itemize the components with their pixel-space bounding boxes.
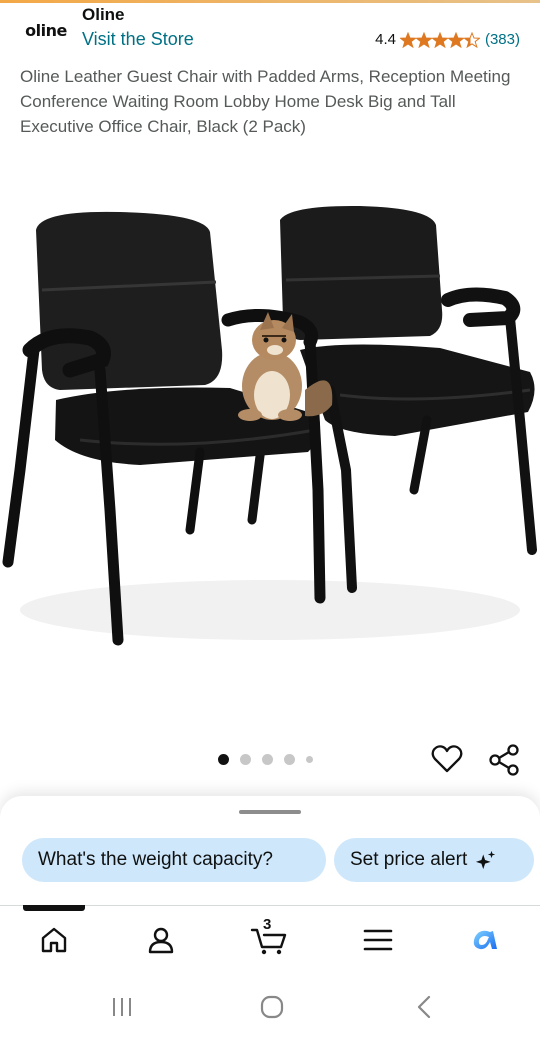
- recent-apps-icon: [113, 998, 131, 1016]
- heart-icon: [431, 745, 463, 773]
- rufus-icon: [473, 930, 497, 950]
- home-icon: [41, 927, 67, 953]
- system-home-button[interactable]: [256, 993, 288, 1021]
- home-circle-icon: [260, 995, 284, 1019]
- brand-logo[interactable]: oline: [20, 5, 72, 55]
- menu-icon: [363, 929, 393, 951]
- rufus-suggestion-sheet: What's the weight capacity? Set price al…: [0, 796, 540, 908]
- tab-home[interactable]: [34, 920, 74, 960]
- recent-apps-button[interactable]: [106, 993, 138, 1021]
- star-icon: [399, 31, 416, 48]
- tab-account[interactable]: [141, 920, 181, 960]
- star-rating: [399, 31, 480, 48]
- back-button[interactable]: [408, 993, 440, 1021]
- weight-capacity-chip[interactable]: What's the weight capacity?: [22, 838, 326, 882]
- price-alert-chip[interactable]: Set price alert: [334, 838, 534, 882]
- cart-count-badge: 3: [263, 916, 272, 933]
- system-navigation-bar: [0, 971, 540, 1040]
- tab-cart[interactable]: 3: [249, 916, 289, 960]
- carousel-dot[interactable]: [240, 754, 251, 765]
- carousel-dot[interactable]: [306, 756, 313, 763]
- star-icon: [431, 31, 448, 48]
- active-tab-indicator: [23, 905, 85, 911]
- product-image[interactable]: [0, 190, 540, 660]
- carousel-dots: [218, 754, 324, 765]
- chairs-illustration: [2, 205, 537, 646]
- brand-name: Oline: [82, 5, 125, 24]
- carousel-dot[interactable]: [262, 754, 273, 765]
- rating-count[interactable]: (383): [485, 31, 520, 48]
- back-icon: [417, 995, 431, 1019]
- star-icon: [415, 31, 432, 48]
- visit-store-link[interactable]: Visit the Store: [82, 29, 194, 50]
- share-button[interactable]: [486, 742, 522, 778]
- favorite-button[interactable]: [430, 742, 464, 776]
- rating-value: 4.4: [375, 31, 396, 48]
- sheet-drag-handle[interactable]: [239, 810, 301, 814]
- star-icon: [447, 31, 464, 48]
- tab-menu[interactable]: [358, 920, 398, 960]
- account-icon: [148, 927, 174, 954]
- weight-capacity-chip-label: What's the weight capacity?: [38, 849, 273, 870]
- sparkle-icon: [476, 850, 496, 870]
- bottom-tab-bar: 3: [0, 905, 540, 971]
- carousel-dot[interactable]: [218, 754, 229, 765]
- carousel-dot[interactable]: [284, 754, 295, 765]
- brand-logo-text: oline: [25, 20, 67, 40]
- tab-rufus[interactable]: [465, 920, 505, 960]
- product-title: Oline Leather Guest Chair with Padded Ar…: [20, 67, 511, 136]
- rating-summary[interactable]: 4.4 (383): [375, 31, 520, 48]
- star-icon: [463, 31, 480, 48]
- price-alert-chip-label: Set price alert: [350, 849, 468, 870]
- store-header: oline Oline Visit the Store 4.4 (383): [0, 3, 540, 61]
- share-icon: [489, 744, 519, 776]
